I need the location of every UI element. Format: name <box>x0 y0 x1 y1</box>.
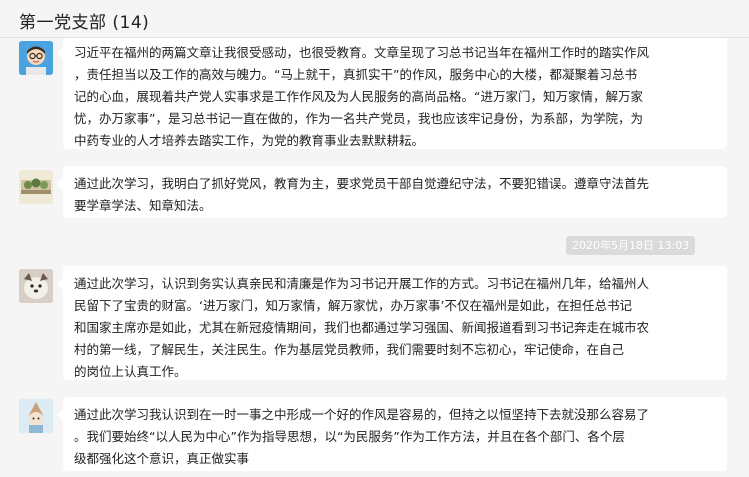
message-bubble: 通过此次学习，认识到务实认真亲民和清廉是作为习书记开展工作的方式。习书记在福州几… <box>57 266 727 380</box>
person-glasses-avatar-icon[interactable] <box>19 41 53 75</box>
message-bubble: 习近平在福州的两篇文章让我很受感动，也很受教育。文章呈现了习总书记当年在福州工作… <box>57 38 727 149</box>
message-list[interactable]: 习近平在福州的两篇文章让我很受感动，也很受教育。文章呈现了习总书记当年在福州工作… <box>0 38 749 477</box>
dog-avatar-icon[interactable] <box>19 269 53 303</box>
landscape-avatar-icon[interactable] <box>19 170 53 204</box>
cartoon-avatar-icon[interactable] <box>19 399 53 433</box>
timestamp: 2020年5月18日 13:03 <box>566 236 696 255</box>
chat-title: 第一党支部 (14) <box>19 13 150 33</box>
message-bubble: 通过此次学习我认识到在一时一事之中形成一个好的作风是容易的，但持之以恒坚持下去就… <box>57 397 727 471</box>
message-bubble: 通过此次学习，我明白了抓好党风，教育为主，要求党员干部自觉遵纪守法，不要犯错误。… <box>57 166 727 218</box>
chat-header: 第一党支部 (14) <box>0 0 749 38</box>
